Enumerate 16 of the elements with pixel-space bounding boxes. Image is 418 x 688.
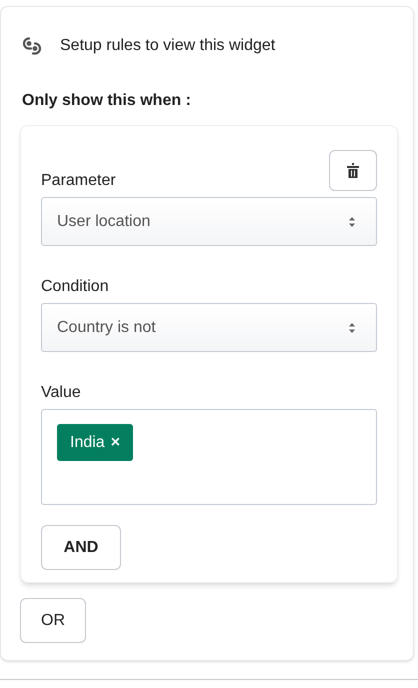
or-button[interactable]: OR bbox=[20, 598, 86, 643]
remove-tag-button[interactable]: × bbox=[110, 430, 120, 454]
field-label: Condition bbox=[41, 278, 110, 296]
and-button[interactable]: AND bbox=[41, 525, 121, 570]
delete-button[interactable] bbox=[329, 150, 377, 191]
field-label: Value bbox=[41, 384, 82, 402]
tag-input-field[interactable]: India × bbox=[41, 409, 377, 505]
tag-text: India bbox=[70, 432, 105, 452]
select-field[interactable]: Country is not bbox=[41, 303, 377, 352]
select-field[interactable]: User location bbox=[41, 197, 377, 246]
sort-icon bbox=[348, 216, 356, 228]
header-title: Setup rules to view this widget bbox=[60, 36, 276, 56]
field-label: Parameter bbox=[41, 172, 117, 190]
trash-icon bbox=[346, 162, 360, 178]
sort-icon bbox=[348, 322, 356, 334]
section-heading: Only show this when : bbox=[21, 91, 192, 111]
